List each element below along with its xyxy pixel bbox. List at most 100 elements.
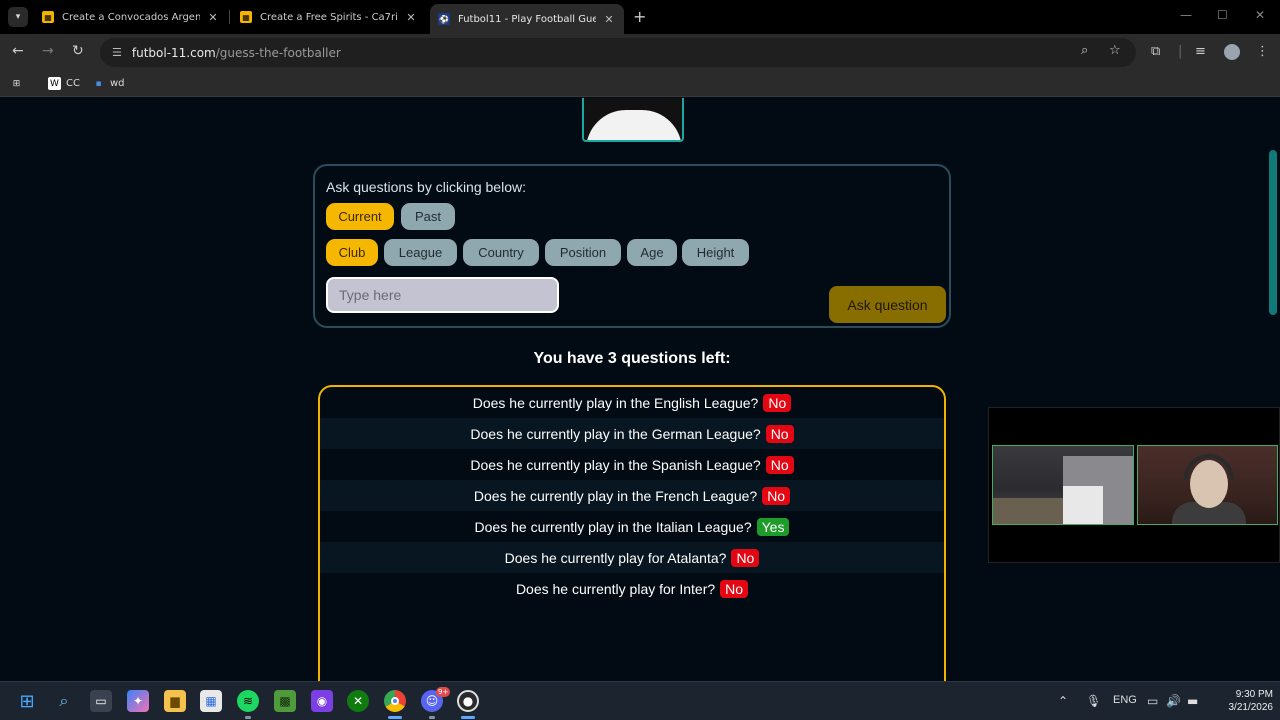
- browser-tabstrip: ▾ ▦ Create a Convocados Argentina ✕ ▦ Cr…: [0, 0, 1280, 34]
- bookmarks-bar: ⊞ W CC ▪ wd: [0, 71, 1280, 97]
- chip-age[interactable]: Age: [627, 239, 677, 266]
- close-icon[interactable]: ✕: [404, 11, 418, 24]
- system-clock[interactable]: 9:30 PM 3/21/2026: [1213, 688, 1274, 714]
- w-logo-icon: W: [48, 77, 61, 90]
- spotify-icon[interactable]: ≋: [237, 690, 259, 712]
- chip-past[interactable]: Past: [401, 203, 455, 230]
- url-path: /guess-the-footballer: [215, 45, 341, 60]
- browser-toolbar: ← → ↻ ☰ futbol-11.com/guess-the-football…: [0, 34, 1280, 71]
- chip-height[interactable]: Height: [682, 239, 749, 266]
- network-icon[interactable]: ▭: [1147, 694, 1158, 708]
- apps-grid-icon[interactable]: ⊞: [10, 77, 28, 90]
- clock-time: 9:30 PM: [1235, 689, 1273, 700]
- history-row: Does he currently play for Inter? No: [320, 573, 944, 604]
- webcam-feed-room: [992, 445, 1134, 525]
- task-view-icon[interactable]: ▭: [90, 690, 112, 712]
- running-indicator-active: [388, 716, 402, 719]
- tab-search-button[interactable]: ▾: [8, 7, 28, 27]
- answer-badge: No: [763, 393, 792, 412]
- clock-date: 3/21/2026: [1228, 702, 1274, 713]
- close-icon[interactable]: ✕: [206, 11, 220, 24]
- microphone-icon[interactable]: 🎙: [1086, 694, 1101, 708]
- browser-tab[interactable]: ▦ Create a Free Spirits - Ca7riel y P ✕: [232, 4, 426, 30]
- volume-icon[interactable]: 🔊: [1166, 694, 1181, 708]
- obs-icon[interactable]: ●: [457, 690, 479, 712]
- url-host: futbol-11.com: [131, 45, 216, 60]
- sheets-favicon-icon: ▦: [240, 11, 252, 23]
- headset-icon: [1184, 454, 1234, 480]
- history-question: Does he currently play in the Spanish Le…: [470, 456, 761, 473]
- player-silhouette-image: [582, 98, 684, 142]
- battery-icon[interactable]: ▬: [1187, 694, 1198, 708]
- grid-icon: ⊞: [12, 78, 21, 89]
- discord-notification-badge: 9+: [436, 687, 451, 697]
- answer-badge: Yes: [756, 517, 790, 536]
- file-explorer-icon[interactable]: ▆: [164, 690, 186, 712]
- webcam-feed-person: [1137, 445, 1278, 525]
- page-viewport: Ask questions by clicking below: Current…: [0, 98, 1266, 681]
- chip-current[interactable]: Current: [326, 203, 394, 230]
- answer-badge: No: [765, 424, 794, 443]
- chip-club[interactable]: Club: [326, 239, 378, 266]
- zoom-icon[interactable]: ⌕: [1081, 43, 1088, 58]
- history-row: Does he currently play in the French Lea…: [320, 480, 944, 511]
- bookmark-wd[interactable]: ▪ wd: [92, 77, 125, 90]
- tray-overflow-icon[interactable]: ⌃: [1058, 694, 1068, 708]
- running-indicator: [429, 716, 435, 719]
- reload-icon[interactable]: ↻: [72, 43, 84, 59]
- windows-taskbar: ⊞ ⌕ ▭ ✦ ▆ ▦ ≋ ▩ ◉ ✕ ☺ 9+ ● ⌃ 🎙 ENG ▭ 🔊 ▬…: [0, 681, 1280, 720]
- history-question: Does he currently play for Inter?: [515, 580, 716, 597]
- chrome-icon[interactable]: [384, 690, 406, 712]
- minimize-icon[interactable]: —: [1180, 8, 1192, 22]
- new-tab-button[interactable]: +: [633, 7, 646, 26]
- media-controls-icon[interactable]: ≡: [1195, 44, 1206, 59]
- browser-tab[interactable]: ▦ Create a Convocados Argentina ✕: [34, 4, 228, 30]
- tab-divider: [229, 10, 230, 24]
- profile-avatar[interactable]: [1224, 44, 1240, 60]
- language-indicator[interactable]: ENG: [1113, 694, 1137, 706]
- chip-country[interactable]: Country: [463, 239, 539, 266]
- history-row: Does he currently play for Atalanta? No: [320, 542, 944, 573]
- history-question: Does he currently play for Atalanta?: [504, 549, 727, 566]
- maximize-icon[interactable]: ☐: [1217, 8, 1228, 22]
- site-info-icon[interactable]: ☰: [112, 46, 122, 59]
- browser-tab-active[interactable]: ⚽ Futbol11 - Play Football Guess W ✕: [430, 4, 624, 34]
- close-icon[interactable]: ✕: [602, 13, 616, 26]
- bookmark-label: wd: [110, 78, 125, 89]
- windows-start-icon[interactable]: ⊞: [16, 690, 38, 712]
- history-question: Does he currently play in the French Lea…: [473, 487, 758, 504]
- answer-badge: No: [720, 579, 749, 598]
- answer-badge: No: [765, 455, 794, 474]
- running-indicator-active: [461, 716, 475, 719]
- microsoft-store-icon[interactable]: ▦: [200, 690, 222, 712]
- panel-heading: Ask questions by clicking below:: [326, 179, 526, 195]
- window-close-icon[interactable]: ✕: [1255, 8, 1265, 22]
- sheets-favicon-icon: ▦: [42, 11, 54, 23]
- address-bar[interactable]: ☰ futbol-11.com/guess-the-footballer: [100, 38, 1136, 67]
- bookmark-cc[interactable]: W CC: [48, 77, 80, 90]
- bookmark-star-icon[interactable]: ☆: [1109, 43, 1121, 58]
- question-input[interactable]: [326, 277, 559, 313]
- purple-app-icon[interactable]: ◉: [311, 690, 333, 712]
- running-indicator: [245, 716, 251, 719]
- back-arrow-icon[interactable]: ←: [12, 43, 24, 59]
- tab-title: Futbol11 - Play Football Guess W: [458, 13, 596, 25]
- xbox-icon[interactable]: ✕: [347, 690, 369, 712]
- extensions-icon[interactable]: ⧉: [1151, 44, 1160, 59]
- room-whiteboard: [1063, 486, 1103, 524]
- copilot-icon[interactable]: ✦: [127, 690, 149, 712]
- tab-title: Create a Free Spirits - Ca7riel y P: [260, 11, 398, 23]
- search-icon[interactable]: ⌕: [53, 690, 75, 712]
- minecraft-icon[interactable]: ▩: [274, 690, 296, 712]
- question-history-list: Does he currently play in the English Le…: [318, 385, 946, 681]
- history-row: Does he currently play in the Italian Le…: [320, 511, 944, 542]
- page-scrollbar[interactable]: [1266, 98, 1280, 681]
- forward-arrow-icon[interactable]: →: [42, 43, 54, 59]
- chip-position[interactable]: Position: [545, 239, 621, 266]
- chip-league[interactable]: League: [384, 239, 457, 266]
- menu-kebab-icon[interactable]: ⋮: [1256, 44, 1269, 59]
- ask-question-button[interactable]: Ask question: [829, 286, 946, 323]
- answer-badge: No: [731, 548, 760, 567]
- scrollbar-thumb[interactable]: [1269, 150, 1277, 315]
- history-question: Does he currently play in the English Le…: [472, 394, 759, 411]
